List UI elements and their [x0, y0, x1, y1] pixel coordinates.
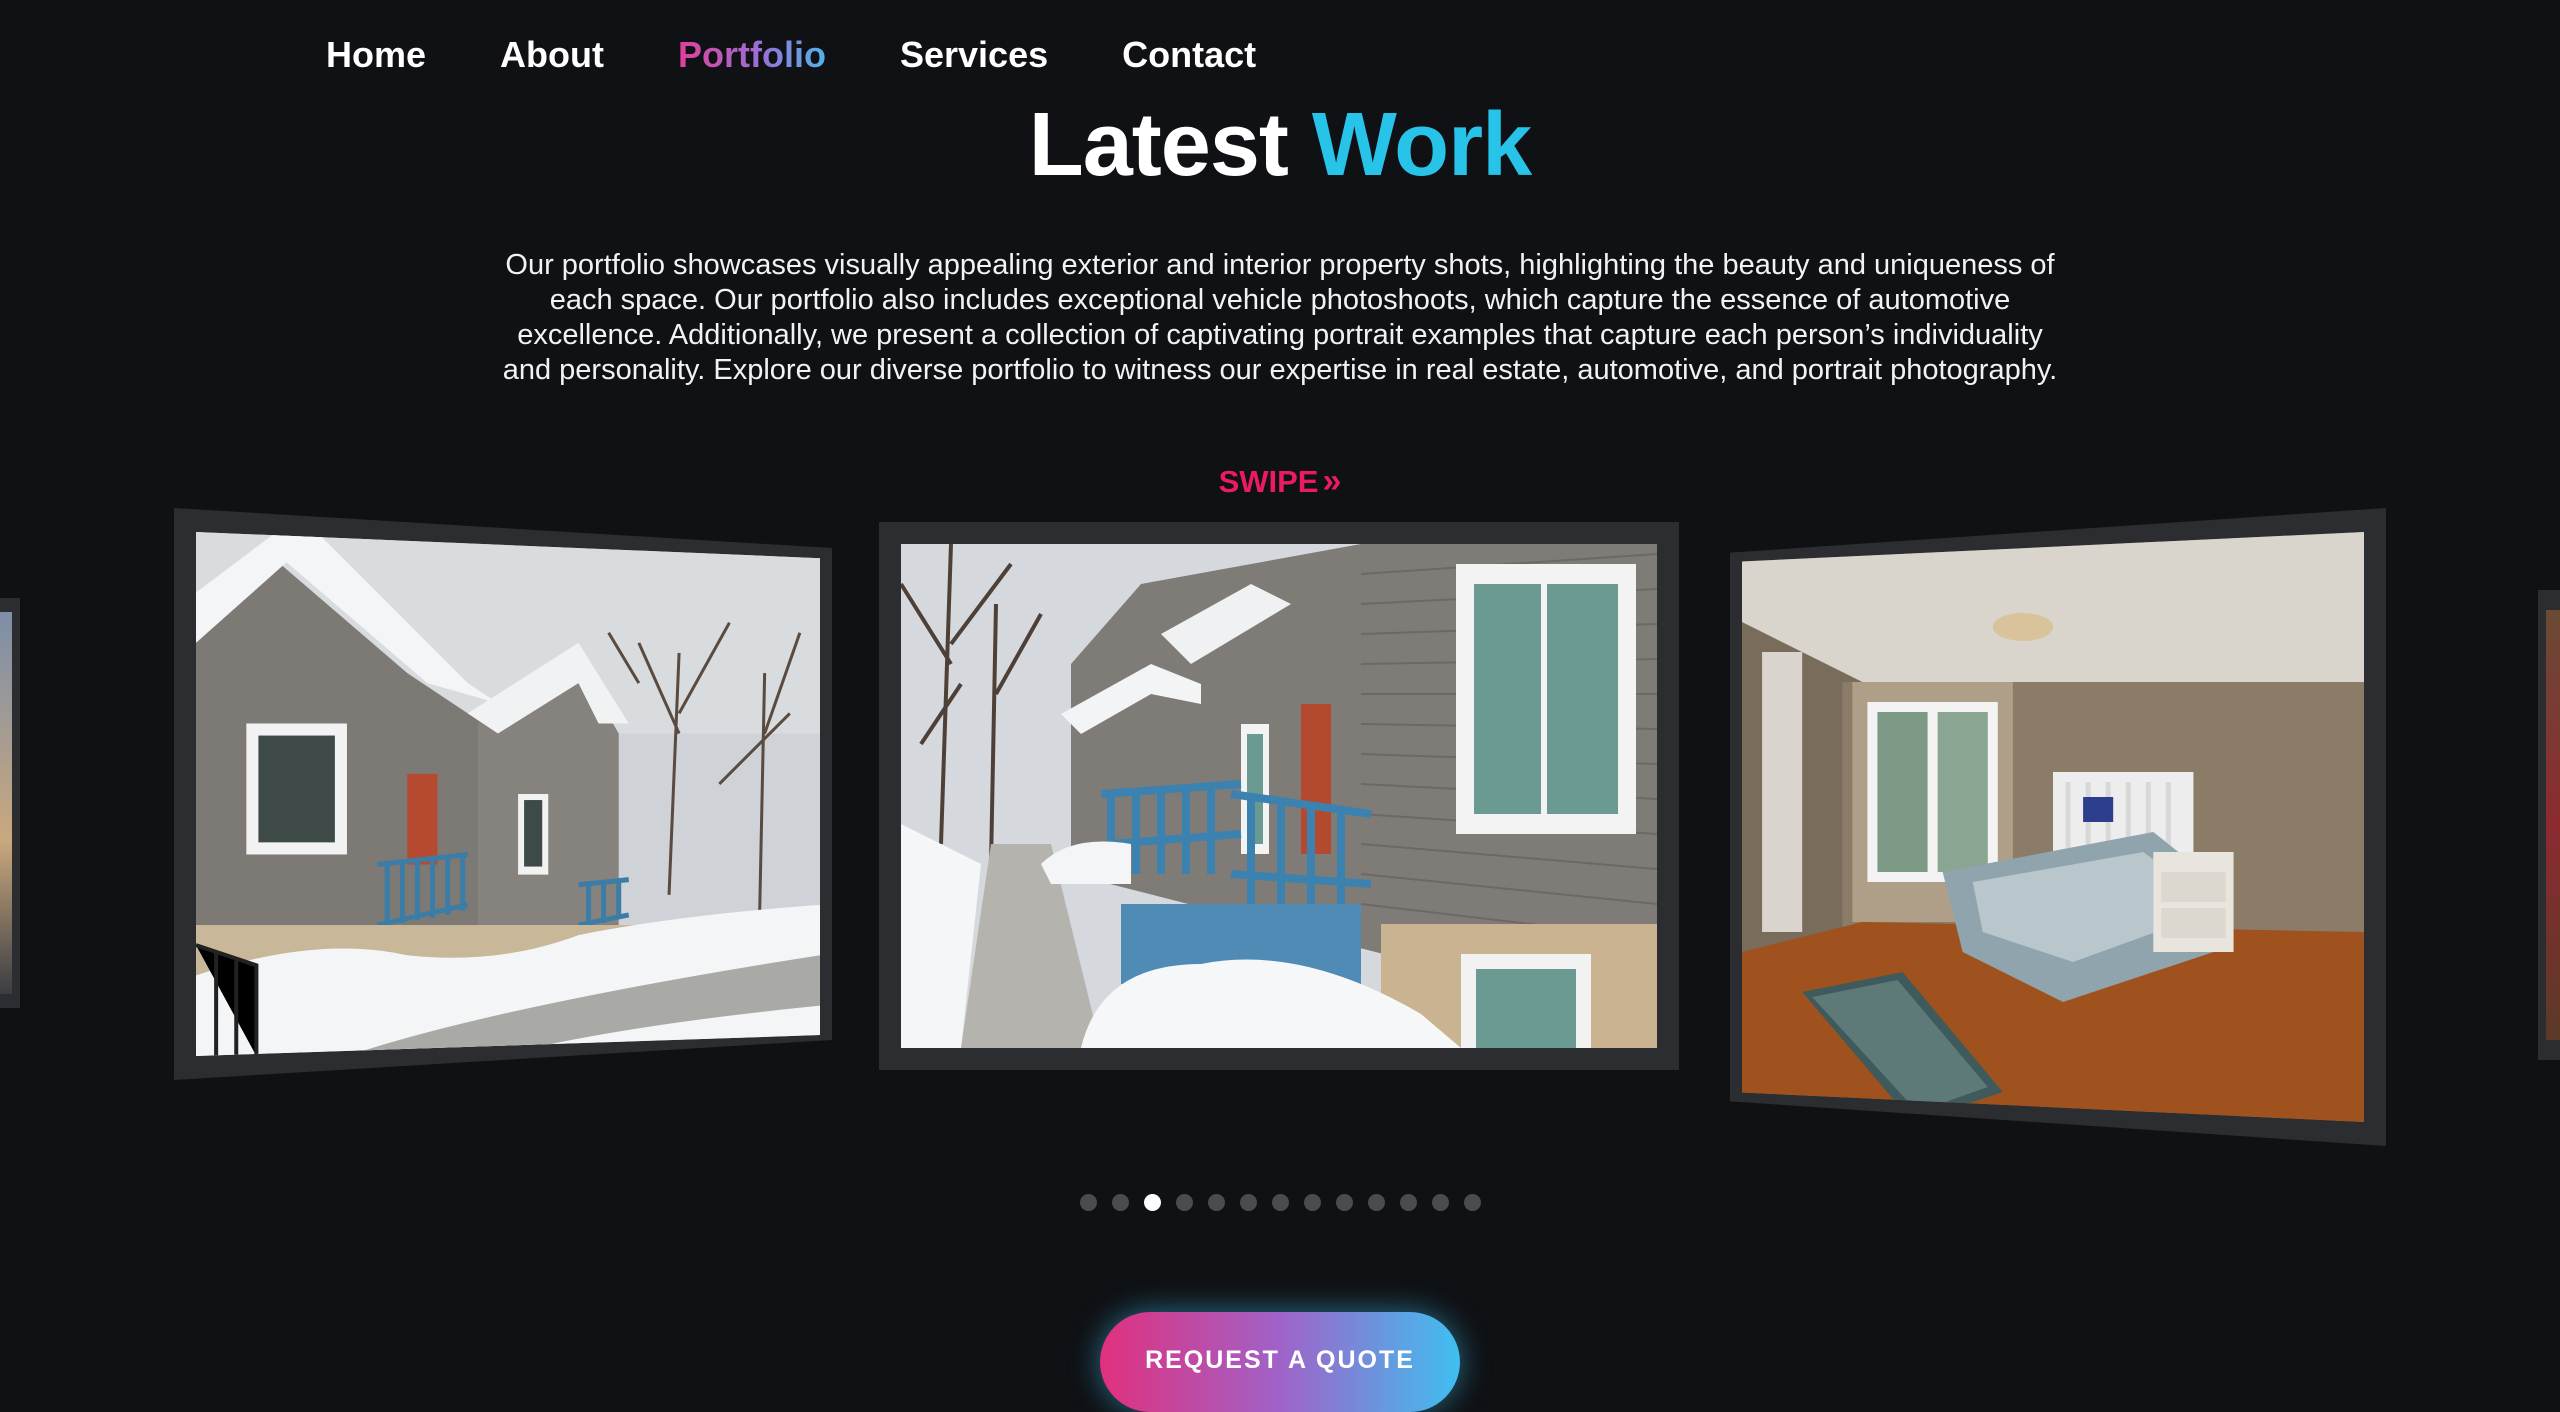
request-quote-button[interactable]: REQUEST A QUOTE: [1100, 1312, 1460, 1412]
townhouse-snow-image: [196, 532, 820, 1056]
nav-home[interactable]: Home: [326, 34, 426, 76]
section-title-word1: Latest: [1028, 95, 1289, 195]
carousel-dot[interactable]: [1400, 1194, 1417, 1211]
carousel-dot[interactable]: [1112, 1194, 1129, 1211]
carousel-slide-active[interactable]: [879, 522, 1679, 1070]
carousel-slide-peek-left[interactable]: [0, 598, 20, 1008]
carousel-dot[interactable]: [1272, 1194, 1289, 1211]
carousel-dot[interactable]: [1336, 1194, 1353, 1211]
swipe-label: SWIPE: [1218, 464, 1319, 499]
double-chevron-right-icon: »: [1322, 462, 1342, 500]
carousel-dot[interactable]: [1304, 1194, 1321, 1211]
townhouse-row-snow-image: [901, 544, 1657, 1048]
carousel-dot[interactable]: [1176, 1194, 1193, 1211]
bedroom-interior-image: [1742, 532, 2364, 1122]
slide-photo-exterior-1: [196, 532, 820, 1056]
nav-about[interactable]: About: [500, 34, 604, 76]
carousel-slide[interactable]: [174, 508, 832, 1080]
nav-contact[interactable]: Contact: [1122, 34, 1256, 76]
section-title: Latest Work: [0, 100, 2560, 190]
carousel-pagination: [1080, 1194, 1481, 1211]
slide-photo-bedroom: [1742, 532, 2364, 1122]
nav-services[interactable]: Services: [900, 34, 1048, 76]
request-quote-label: REQUEST A QUOTE: [1145, 1346, 1415, 1374]
carousel-dot[interactable]: [1208, 1194, 1225, 1211]
carousel-dot[interactable]: [1080, 1194, 1097, 1211]
swipe-hint: SWIPE»: [0, 462, 2560, 501]
carousel-dot[interactable]: [1368, 1194, 1385, 1211]
carousel-slide[interactable]: [1730, 508, 2386, 1146]
nav-portfolio[interactable]: Portfolio: [678, 34, 826, 76]
portfolio-intro: Our portfolio showcases visually appeali…: [502, 249, 2058, 386]
carousel-dot[interactable]: [1464, 1194, 1481, 1211]
carousel-dot[interactable]: [1240, 1194, 1257, 1211]
section-title-accent: Work: [1311, 95, 1532, 195]
carousel-dot[interactable]: [1432, 1194, 1449, 1211]
carousel-dot-active[interactable]: [1144, 1194, 1161, 1211]
slide-photo-exterior-2: [901, 544, 1657, 1048]
main-nav: Home About Portfolio Services Contact: [326, 34, 1256, 76]
carousel-slide-peek-right[interactable]: [2538, 590, 2560, 1060]
